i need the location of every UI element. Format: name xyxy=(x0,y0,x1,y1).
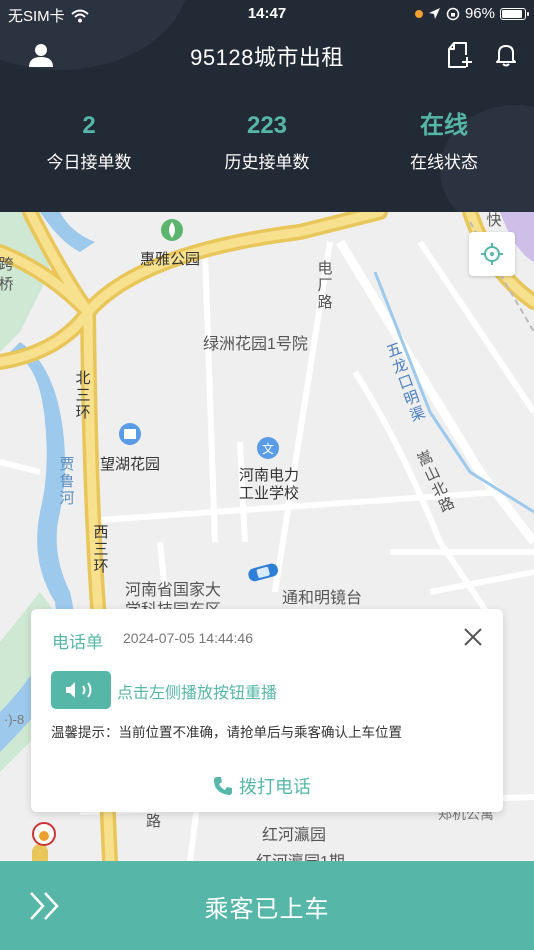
map-label: 快 xyxy=(486,212,502,229)
map-label: 路 xyxy=(146,813,162,830)
map-label: 惠雅公园 xyxy=(140,251,201,268)
rotation-lock-icon xyxy=(446,7,460,20)
locate-button[interactable] xyxy=(469,232,515,276)
battery-icon xyxy=(500,7,529,20)
map-label: 望湖花园 xyxy=(100,456,161,473)
river-label-jialu: 贾鲁河 xyxy=(59,456,75,507)
stat-today-orders: 2 今日接单数 xyxy=(46,112,132,172)
svg-text:文: 文 xyxy=(262,441,274,456)
call-label: 拨打电话 xyxy=(239,777,311,797)
location-tip: 温馨提示：当前位置不准确，请抢单后与乘客确认上车位置 xyxy=(51,725,402,740)
road-label-dianchang: 电厂路 xyxy=(317,260,333,311)
stat-online-status: 在线 在线状态 xyxy=(410,112,478,172)
call-button[interactable]: 拨打电话 xyxy=(213,773,311,799)
map-label: ·)-8 xyxy=(4,712,25,727)
play-audio-button[interactable] xyxy=(51,671,111,709)
top-bar: 95128城市出租 xyxy=(0,30,534,80)
new-document-icon[interactable] xyxy=(444,40,474,70)
close-icon[interactable] xyxy=(461,625,485,649)
speaker-icon xyxy=(66,682,92,698)
map-label: 跨 xyxy=(0,256,14,273)
road-label-xi-sanhuan: 西三环 xyxy=(93,524,109,575)
order-card: 电话单 2024-07-05 14:44:46 点击左侧播放按钮重播 温馨提示：… xyxy=(31,609,503,812)
map-label: 河南电力 工业学校 xyxy=(239,467,300,502)
map-label: 桥 xyxy=(0,276,14,293)
stat-history-orders: 223 历史接单数 xyxy=(224,112,310,172)
order-time: 2024-07-05 14:44:46 xyxy=(123,630,253,646)
passenger-boarded-label: 乘客已上车 xyxy=(204,896,330,923)
bell-icon[interactable] xyxy=(491,40,521,70)
map-label: 红河瀛园1期 xyxy=(256,848,345,862)
battery-percent: 96% xyxy=(464,5,495,22)
map-label: 绿洲花园1号院 xyxy=(203,336,308,353)
order-type: 电话单 xyxy=(52,633,103,652)
status-bar: 无SIM卡 14:47 96% xyxy=(0,0,534,28)
replay-hint: 点击左侧播放按钮重播 xyxy=(117,685,278,702)
crosshair-icon xyxy=(481,243,503,265)
recording-dot-icon xyxy=(414,9,423,18)
phone-icon xyxy=(214,777,232,795)
map-label: 红河瀛园 xyxy=(262,827,327,844)
road-label-bei-sanhuan: 北三环 xyxy=(75,370,91,421)
header: 无SIM卡 14:47 96% 95128城市出租 2 今日接单数 223 历史… xyxy=(0,0,534,212)
map-label: 通和明镜台 xyxy=(282,590,363,607)
passenger-boarded-button[interactable]: 乘客已上车 xyxy=(0,861,534,950)
location-arrow-icon xyxy=(428,8,440,19)
